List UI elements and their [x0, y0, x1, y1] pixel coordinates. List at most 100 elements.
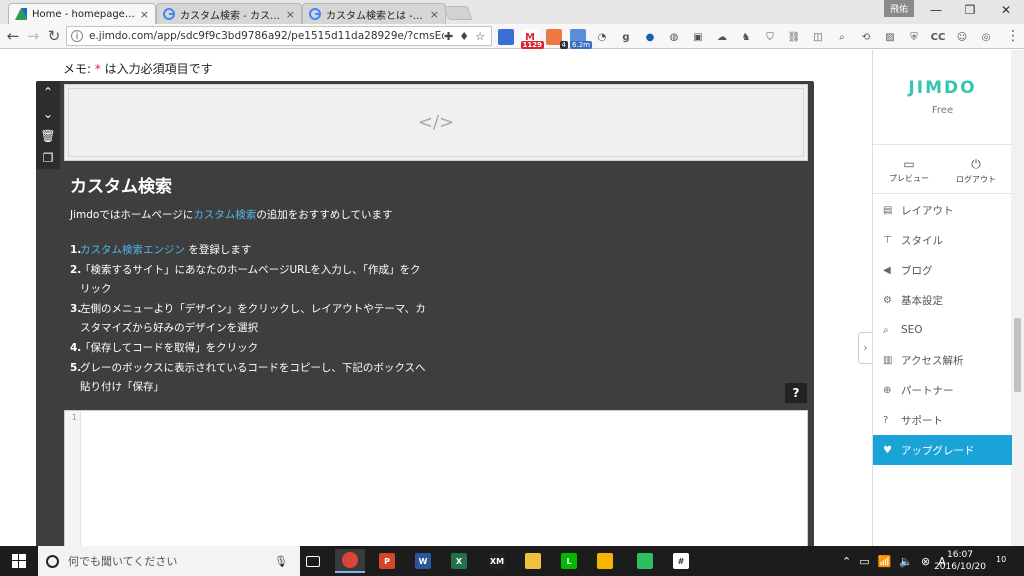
step-item: 5. グレーのボックスに表示されているコードをコピーし、下記のボックスへ貼り付け「…	[70, 359, 430, 397]
taskbar-line[interactable]: L	[554, 549, 584, 573]
menu-item-support[interactable]: ? サポート	[873, 405, 1012, 435]
cc-extension-icon[interactable]: CC	[930, 29, 946, 45]
custom-search-link[interactable]: カスタム検索	[193, 209, 256, 221]
code-input[interactable]: 1	[64, 410, 808, 546]
tab-custom-search-about[interactable]: カスタム検索とは - カスタム ×	[302, 3, 446, 24]
help-button[interactable]: ?	[785, 383, 807, 403]
taskbar-evernote[interactable]	[630, 549, 660, 573]
circle-extension-icon[interactable]: ◎	[978, 29, 994, 45]
battery-icon[interactable]: ▭	[859, 555, 869, 568]
back-button[interactable]: ←	[4, 27, 22, 45]
restore-button[interactable]: ❐	[952, 0, 988, 20]
clock-extension-icon[interactable]: ◔	[594, 29, 610, 45]
taskbar-keep[interactable]	[590, 549, 620, 573]
task-view-button[interactable]	[298, 549, 328, 573]
menu-item-analytics[interactable]: ▥ アクセス解析	[873, 345, 1012, 375]
menu-item-seo[interactable]: ⌕ SEO	[873, 315, 1012, 345]
forward-button[interactable]: →	[24, 27, 42, 45]
ime-icon[interactable]: ⊗	[921, 555, 930, 568]
g-extension-icon[interactable]: g	[618, 29, 634, 45]
stats-extension-icon[interactable]: 6.2m	[570, 29, 592, 49]
minimize-button[interactable]: —	[918, 0, 954, 20]
taskbar-chrome[interactable]	[335, 549, 365, 573]
close-window-button[interactable]: ✕	[988, 0, 1024, 20]
step-text-content: を登録します	[185, 244, 252, 256]
microphone-icon[interactable]: 🎙	[274, 555, 288, 568]
intro-text-suffix: の追加をおすすめしています	[256, 209, 393, 221]
cloud-extension-icon[interactable]: ☁	[714, 29, 730, 45]
shield-extension-icon[interactable]: ⛨	[906, 29, 922, 45]
plus-circle-icon: ⊕	[883, 384, 892, 396]
custom-search-engine-link[interactable]: カスタム検索エンジン	[80, 244, 185, 256]
sidebar-collapse-button[interactable]: ›	[858, 332, 872, 364]
close-tab-icon[interactable]: ×	[286, 8, 295, 21]
step-number: 4.	[70, 342, 82, 354]
windows-logo-icon	[12, 554, 26, 568]
pin-icon[interactable]: ♦	[459, 30, 469, 43]
monitor-icon: ▭	[903, 157, 915, 171]
menu-item-blog[interactable]: ◀ ブログ	[873, 255, 1012, 285]
cortana-search-box[interactable]: 何でも聞いてください 🎙	[38, 546, 300, 576]
logout-button[interactable]: ⏻ ログアウト	[946, 157, 1006, 185]
gmail-extension-icon[interactable]: M 1129	[520, 29, 544, 49]
bookmark-star-icon[interactable]: ☆	[475, 30, 485, 43]
copy-icon[interactable]: ❐	[36, 147, 60, 169]
clock-time: 16:07	[947, 550, 973, 560]
chrome-icon	[342, 552, 358, 568]
instruction-steps: 1. カスタム検索エンジン を登録します 2. 「検索するサイト」にあなたのホームペ…	[70, 241, 430, 398]
chevron-up-icon[interactable]: ⌃	[842, 555, 851, 568]
compass-extension-icon[interactable]: ●	[642, 29, 658, 45]
refresh-extension-icon[interactable]: ⟲	[858, 29, 874, 45]
profile-button[interactable]: 飛佑	[884, 0, 914, 17]
menu-item-settings[interactable]: ⚙ 基本設定	[873, 285, 1012, 315]
move-up-icon[interactable]: ⌃	[36, 81, 60, 103]
menu-item-upgrade[interactable]: ♥ アップグレード	[873, 435, 1012, 465]
volume-icon[interactable]: 🔈	[899, 555, 913, 568]
menu-item-style[interactable]: ⊤ スタイル	[873, 225, 1012, 255]
chat-extension-icon[interactable]	[498, 29, 514, 45]
pocket-extension-icon[interactable]: 4	[546, 29, 568, 49]
extension-puzzle-icon[interactable]: ✚	[444, 30, 453, 43]
info-icon[interactable]: i	[71, 30, 83, 42]
tab-custom-search[interactable]: カスタム検索 - カスタム検索 ×	[156, 3, 302, 24]
step-item: 2. 「検索するサイト」にあなたのホームページURLを入力し、「作成」をクリック	[70, 261, 430, 299]
screenshot-extension-icon[interactable]: ▣	[690, 29, 706, 45]
network-icon[interactable]: 📶	[878, 555, 892, 568]
smile-extension-icon[interactable]: ☺	[954, 29, 970, 45]
start-button[interactable]	[0, 546, 38, 576]
taskbar-explorer[interactable]	[518, 549, 548, 573]
clock-date: 2016/10/20	[934, 562, 986, 572]
trash-icon[interactable]: 🗑	[36, 125, 60, 147]
globe-extension-icon[interactable]: ◍	[666, 29, 682, 45]
action-center-icon[interactable]: 10	[996, 552, 1012, 568]
preview-button[interactable]: ▭ プレビュー	[879, 157, 939, 184]
new-tab-button[interactable]	[443, 6, 473, 20]
browser-menu-icon[interactable]: ⋮	[1006, 28, 1020, 44]
taskbar-xmind[interactable]: XM	[482, 549, 512, 573]
evernote-extension-icon[interactable]: ♞	[738, 29, 754, 45]
taskbar-word[interactable]: W	[408, 549, 438, 573]
taskbar-powerpoint[interactable]: P	[372, 549, 402, 573]
bar-chart-icon: ▥	[883, 354, 893, 366]
close-tab-icon[interactable]: ×	[140, 8, 149, 21]
layers-extension-icon[interactable]: ◫	[810, 29, 826, 45]
page-scrollbar[interactable]	[1011, 50, 1024, 546]
menu-item-partner[interactable]: ⊕ パートナー	[873, 375, 1012, 405]
pocket-save-icon[interactable]: ⛉	[762, 29, 778, 45]
image-extension-icon[interactable]: ▨	[882, 29, 898, 45]
address-bar[interactable]: i e.jimdo.com/app/sdc9f9c3bd9786a92/pe15…	[66, 26, 492, 46]
taskbar-clock[interactable]: 16:07 2016/10/20	[930, 549, 990, 573]
menu-item-layout[interactable]: ▤ レイアウト	[873, 195, 1012, 225]
tab-jimdo-home[interactable]: Home - homepagesenpa ×	[8, 3, 156, 24]
move-down-icon[interactable]: ⌄	[36, 103, 60, 125]
search-extension-icon[interactable]: ⌕	[834, 29, 850, 45]
taskbar-excel[interactable]: X	[444, 549, 474, 573]
link-extension-icon[interactable]: ⛓	[786, 29, 802, 45]
taskbar-slack[interactable]: #	[666, 549, 696, 573]
widget-preview[interactable]: </>	[64, 84, 808, 161]
jimdo-admin-sidebar: JIMDO Free ▭ プレビュー ⏻ ログアウト ▤ レイアウト ⊤ スタイル …	[872, 50, 1012, 546]
menu-label: スタイル	[901, 234, 943, 247]
scrollbar-thumb[interactable]	[1014, 318, 1021, 392]
reload-button[interactable]: ↻	[45, 27, 63, 45]
close-tab-icon[interactable]: ×	[430, 8, 439, 21]
